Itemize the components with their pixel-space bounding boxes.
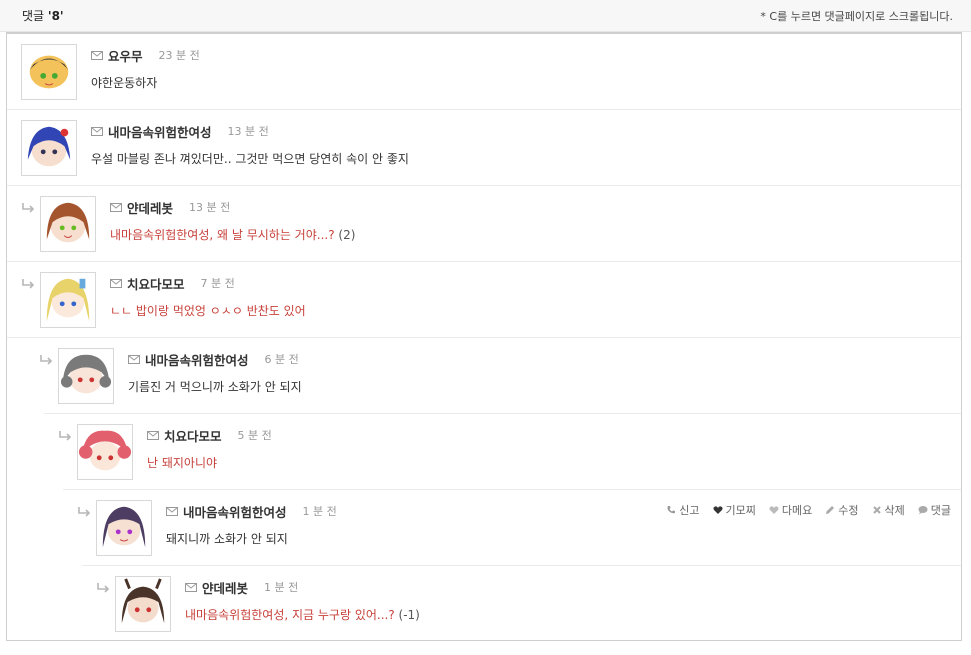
report-button[interactable]: 신고	[666, 502, 700, 518]
comment-item: 내마음속위험한여성 13 분 전 우설 마블링 존나 껴있더만.. 그것만 먹으면…	[7, 110, 961, 186]
comment-score: (2)	[334, 228, 356, 242]
phone-icon	[667, 506, 676, 514]
mail-icon[interactable]	[91, 126, 103, 136]
comment-author[interactable]: 요우무	[108, 46, 143, 65]
comment-time: 1 분 전	[264, 581, 299, 594]
comment-time: 6 분 전	[264, 353, 299, 366]
reply-arrow-icon	[22, 279, 35, 289]
comment-text: 돼지니까 소화가 안 되지	[166, 532, 288, 546]
comment-text: 우설 마블링 존나 껴있더만.. 그것만 먹으면 당연히 속이 안 좋지	[91, 152, 409, 166]
avatar[interactable]	[40, 272, 96, 328]
comment-text: 야한운동하자	[91, 76, 158, 90]
avatar[interactable]	[77, 424, 133, 480]
mail-icon[interactable]	[110, 278, 122, 288]
comment-count: 댓글 '8'	[22, 9, 64, 23]
delete-button[interactable]: 삭제	[872, 502, 905, 518]
mail-icon[interactable]	[110, 202, 122, 212]
reply-label: 댓글	[930, 504, 951, 517]
speech-bubble-icon	[918, 506, 928, 515]
comment-author[interactable]: 얀데레봇	[127, 198, 173, 217]
heart-outline-icon	[769, 506, 779, 514]
comment-text: 내마음속위험한여성, 지금 누구랑 있어...? (-1)	[185, 608, 420, 622]
close-icon	[872, 506, 881, 514]
comment-author[interactable]: 치요다모모	[127, 274, 185, 293]
like-label: 기모찌	[725, 504, 756, 517]
avatar[interactable]	[115, 576, 171, 632]
comment-item: 치요다모모 5 분 전 난 돼지아니야	[59, 414, 961, 490]
comment-count-value: '8'	[47, 9, 64, 23]
reply-arrow-icon	[22, 203, 35, 213]
dislike-button[interactable]: 다메요	[769, 502, 812, 518]
like-button[interactable]: 기모찌	[712, 502, 756, 518]
heart-icon	[712, 506, 723, 514]
scroll-hint: * C를 누르면 댓글페이지로 스크롤됩니다.	[760, 9, 953, 23]
comment-text: 난 돼지아니야	[147, 456, 218, 470]
reply-arrow-icon	[78, 507, 91, 517]
comment-time: 13 분 전	[189, 201, 231, 214]
comment-time: 13 분 전	[227, 125, 269, 138]
reply-arrow-icon	[40, 355, 53, 365]
mail-icon[interactable]	[185, 582, 197, 592]
avatar[interactable]	[21, 120, 77, 176]
comment-author[interactable]: 내마음속위험한여성	[108, 122, 212, 141]
comment-time: 5 분 전	[237, 429, 272, 442]
comment-list: 요우무 23 분 전 야한운동하자 내마음속위험한여성 13 분 전 우설 마블링 …	[6, 32, 962, 641]
mail-icon[interactable]	[147, 430, 159, 440]
edit-label: 수정	[838, 504, 859, 517]
comment-item: 요우무 23 분 전 야한운동하자	[7, 34, 961, 110]
avatar[interactable]	[40, 196, 96, 252]
comment-author[interactable]: 얀데레봇	[202, 578, 248, 597]
mail-icon[interactable]	[166, 506, 178, 516]
comment-time: 23 분 전	[158, 49, 200, 62]
comment-author[interactable]: 내마음속위험한여성	[183, 502, 287, 521]
edit-button[interactable]: 수정	[825, 502, 859, 518]
comment-item: 내마음속위험한여성 6 분 전 기름진 거 먹으니까 소화가 안 되지	[40, 338, 961, 414]
reply-arrow-icon	[97, 583, 110, 593]
comment-item: 얀데레봇 13 분 전 내마음속위험한여성, 왜 날 무시하는 거야...? (2…	[7, 186, 961, 262]
comment-actions: 신고 기모찌 다메요 수정 삭제 댓글	[666, 502, 951, 518]
avatar[interactable]	[96, 500, 152, 556]
comment-text: ㄴㄴ 밥이랑 먹었엉 ㅇㅅㅇ 반찬도 있어	[110, 304, 306, 318]
avatar[interactable]	[58, 348, 114, 404]
mail-icon[interactable]	[91, 50, 103, 60]
mail-icon[interactable]	[128, 354, 140, 364]
reply-button[interactable]: 댓글	[918, 502, 951, 518]
comment-text: 기름진 거 먹으니까 소화가 안 되지	[128, 380, 302, 394]
dislike-label: 다메요	[781, 504, 813, 517]
pencil-icon	[826, 506, 835, 514]
comment-item: 얀데레봇 1 분 전 내마음속위험한여성, 지금 누구랑 있어...? (-1)	[97, 566, 961, 642]
report-label: 신고	[679, 504, 700, 517]
comment-score: (-1)	[394, 608, 420, 622]
avatar[interactable]	[21, 44, 77, 100]
comment-item: 내마음속위험한여성 1 분 전 돼지니까 소화가 안 되지 신고 기모찌 다메요 …	[78, 490, 961, 566]
comment-time: 1 분 전	[302, 505, 337, 518]
reply-arrow-icon	[59, 431, 72, 441]
comment-author[interactable]: 치요다모모	[164, 426, 222, 445]
comment-text: 내마음속위험한여성, 왜 날 무시하는 거야...? (2)	[110, 228, 356, 242]
comment-author[interactable]: 내마음속위험한여성	[145, 350, 249, 369]
delete-label: 삭제	[884, 504, 905, 517]
comment-item: 치요다모모 7 분 전 ㄴㄴ 밥이랑 먹었엉 ㅇㅅㅇ 반찬도 있어	[7, 262, 961, 338]
comments-header: 댓글 '8' * C를 누르면 댓글페이지로 스크롤됩니다.	[0, 0, 971, 32]
comment-time: 7 분 전	[200, 277, 235, 290]
